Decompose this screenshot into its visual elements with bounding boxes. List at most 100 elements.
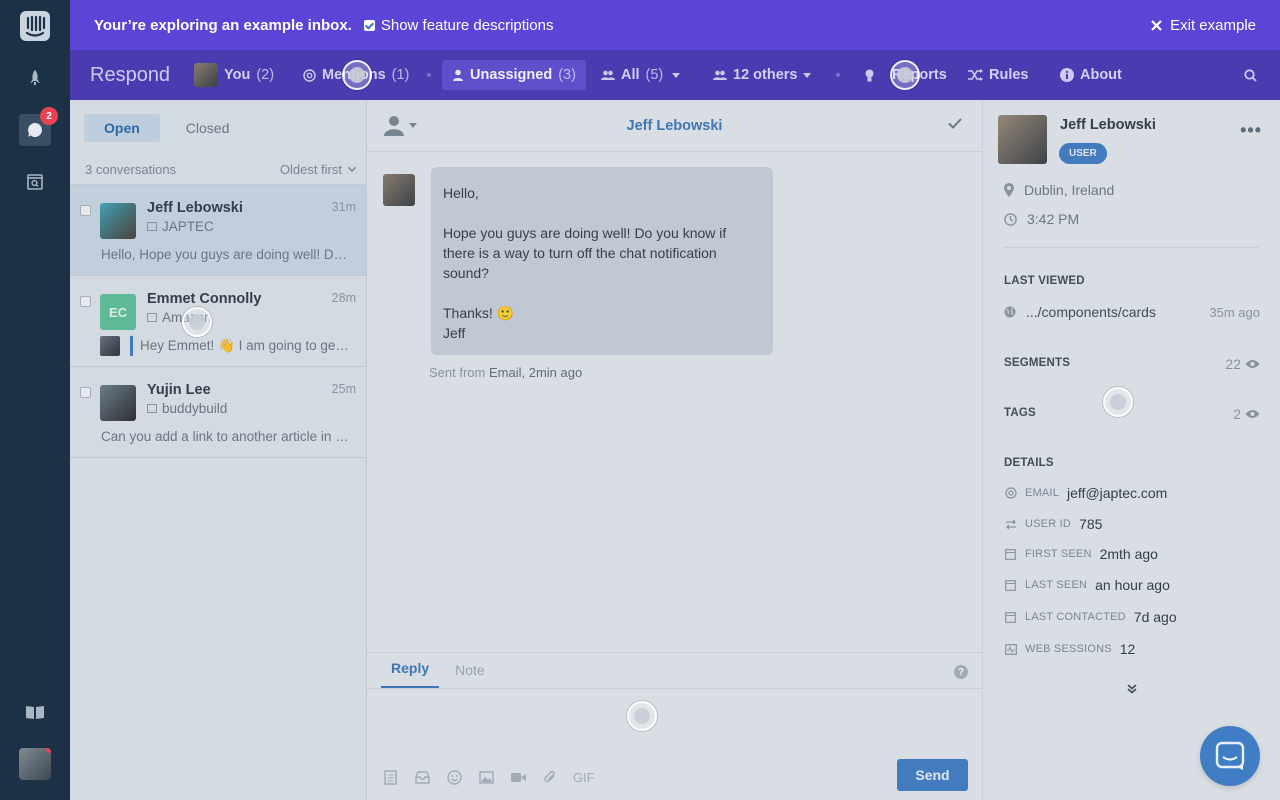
feature-hotspot-reports[interactable] [890, 60, 920, 90]
detail-key: LAST CONTACTED [1025, 611, 1126, 623]
feature-hotspot-mentions[interactable] [342, 60, 372, 90]
intercom-logo-icon[interactable] [19, 10, 51, 42]
id-icon [1004, 518, 1017, 531]
video-icon[interactable] [509, 768, 527, 786]
sort-dropdown[interactable]: Oldest first [280, 162, 356, 177]
more-options-icon[interactable]: ••• [1240, 120, 1262, 141]
assignee-dropdown[interactable] [383, 114, 417, 136]
conversation-time: 25m [331, 382, 356, 396]
detail-value[interactable]: 12 [1120, 641, 1136, 657]
conversation-count: 3 conversations [85, 162, 177, 177]
conversation-title[interactable]: Jeff Lebowski [627, 118, 723, 134]
reply-textarea[interactable] [367, 690, 982, 750]
saved-reply-icon[interactable] [413, 768, 431, 786]
at-icon [303, 68, 316, 82]
list-item[interactable]: Yujin Lee buddybuild 25m Can you add a l… [70, 367, 366, 458]
nav-others[interactable]: 12 others [713, 60, 812, 90]
book-icon[interactable] [19, 696, 51, 728]
location-text: Dublin, Ireland [1024, 182, 1115, 198]
tags-heading[interactable]: TAGS [1004, 407, 1036, 419]
close-conversation-button[interactable] [948, 116, 962, 132]
feature-descriptions-checkbox[interactable] [363, 19, 375, 31]
last-viewed-page[interactable]: .../components/cards [1004, 304, 1156, 320]
conversation-checkbox[interactable] [80, 205, 91, 216]
tags-count-wrap[interactable]: 2 [1233, 406, 1260, 422]
article-icon[interactable] [381, 768, 399, 786]
help-icon[interactable]: ? [954, 665, 968, 679]
send-button[interactable]: Send [897, 759, 968, 791]
detail-row-web-sessions: WEB SESSIONS 12 [1004, 641, 1135, 657]
image-icon[interactable] [477, 768, 495, 786]
profile-name[interactable]: Jeff Lebowski [1060, 117, 1156, 133]
example-banner: Your’re exploring an example inbox. Show… [70, 0, 1280, 50]
last-viewed-page-text: .../components/cards [1026, 304, 1156, 320]
detail-value[interactable]: an hour ago [1095, 577, 1170, 593]
emoji-icon[interactable] [445, 768, 463, 786]
nav-rules[interactable]: Rules [968, 60, 1029, 90]
message-avatar [383, 174, 415, 206]
search-browser-icon[interactable] [19, 166, 51, 198]
search-icon [1244, 68, 1257, 82]
message-meta: Sent from Email, 2min ago [429, 365, 582, 380]
segments-count-wrap[interactable]: 22 [1225, 356, 1260, 372]
nav-unassigned-count: (3) [558, 67, 576, 83]
reply-composer: Reply Note ? GIF Send [367, 652, 982, 800]
detail-value[interactable]: 785 [1079, 516, 1102, 532]
attachment-icon[interactable] [541, 768, 559, 786]
detail-value[interactable]: jeff@japtec.com [1067, 485, 1167, 501]
close-icon [1151, 19, 1162, 31]
nav-unassigned-label: Unassigned [470, 67, 553, 83]
double-chevron-down-icon [1127, 684, 1137, 694]
details-heading: DETAILS [1004, 457, 1054, 469]
conversation-time: 28m [331, 291, 356, 305]
detail-value[interactable]: 2mth ago [1100, 546, 1158, 562]
location-pin-icon [1004, 183, 1014, 197]
message-line: Hope you guys are doing well! Do you kno… [443, 225, 727, 281]
expand-details-button[interactable] [1127, 682, 1137, 697]
tab-reply[interactable]: Reply [381, 660, 440, 688]
tab-note[interactable]: Note [445, 662, 495, 688]
sent-time: 2min ago [528, 365, 583, 380]
eye-icon [1245, 410, 1260, 418]
company-icon [147, 313, 157, 322]
nav-search-button[interactable] [1244, 60, 1257, 90]
calendar-icon [1004, 548, 1017, 561]
list-item[interactable]: EC Emmet Connolly Amazon 28m Hey Emmet! … [70, 276, 366, 367]
nav-all[interactable]: All (5) [601, 60, 663, 90]
profile-panel: Jeff Lebowski USER ••• Dublin, Ireland 3… [982, 100, 1280, 800]
nav-unassigned[interactable]: Unassigned (3) [442, 60, 586, 90]
detail-row-last-contacted: LAST CONTACTED 7d ago [1004, 609, 1177, 625]
detail-value[interactable]: 7d ago [1134, 609, 1177, 625]
exit-example-button[interactable]: Exit example [1151, 0, 1256, 50]
feature-descriptions-label[interactable]: Show feature descriptions [381, 17, 554, 34]
you-avatar [194, 63, 218, 87]
nav-you[interactable]: You (2) [194, 60, 274, 90]
shuffle-icon [968, 69, 983, 81]
nav-about[interactable]: About [1060, 60, 1122, 90]
user-avatar[interactable] [19, 748, 51, 780]
tab-open[interactable]: Open [84, 113, 160, 142]
app-rail: 2 [0, 0, 70, 800]
company-name: JAPTEC [162, 219, 214, 234]
detail-key: EMAIL [1025, 487, 1060, 499]
tab-closed[interactable]: Closed [166, 114, 250, 142]
conversation-checkbox[interactable] [80, 387, 91, 398]
rocket-icon[interactable] [19, 62, 51, 94]
feature-hotspot-composer[interactable] [627, 701, 657, 731]
messenger-launcher[interactable] [1200, 726, 1260, 786]
list-item[interactable]: Jeff Lebowski JAPTEC 31m Hello, Hope you… [70, 185, 366, 276]
sent-channel: Email, [488, 365, 526, 380]
segments-heading[interactable]: SEGMENTS [1004, 357, 1070, 369]
inbox-chat-icon[interactable]: 2 [19, 107, 58, 146]
nav-mentions-count: (1) [391, 67, 410, 83]
feature-hotspot-conversation[interactable] [182, 307, 212, 337]
globe-icon [1004, 306, 1016, 318]
nav-about-label: About [1080, 67, 1122, 83]
conversation-checkbox[interactable] [80, 296, 91, 307]
feature-hotspot-tags[interactable] [1103, 387, 1133, 417]
gif-button[interactable]: GIF [573, 770, 595, 785]
nav-all-dropdown[interactable] [672, 60, 680, 90]
chevron-down-icon [803, 72, 812, 78]
calendar-icon [1004, 579, 1017, 592]
company: buddybuild [147, 401, 227, 416]
